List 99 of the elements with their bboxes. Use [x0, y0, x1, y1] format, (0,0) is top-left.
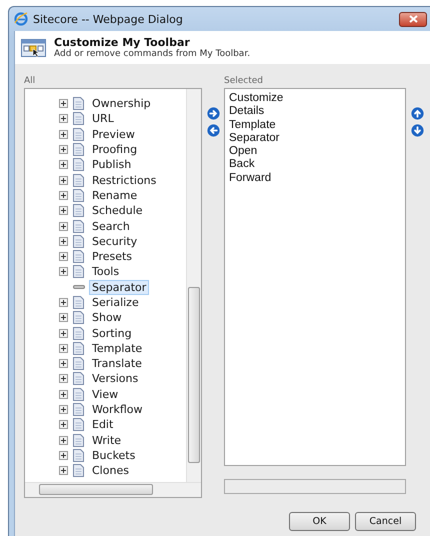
tree-item[interactable]: Schedule: [89, 203, 146, 218]
list-item[interactable]: Open: [229, 145, 405, 158]
document-icon: [73, 388, 84, 401]
tree-item[interactable]: Rename: [89, 188, 140, 203]
tree-item[interactable]: Sorting: [89, 326, 135, 341]
list-item[interactable]: Forward: [229, 172, 405, 186]
vertical-scrollbar[interactable]: [186, 89, 201, 483]
tree-item[interactable]: Write: [89, 432, 124, 448]
expand-icon[interactable]: [59, 298, 68, 307]
expand-icon[interactable]: [59, 450, 68, 460]
expand-icon[interactable]: [59, 267, 68, 276]
tree-item[interactable]: Serialize: [89, 295, 142, 310]
separator-icon: [73, 285, 85, 290]
list-item[interactable]: Template: [229, 118, 405, 132]
tree-item[interactable]: Translate: [89, 356, 145, 372]
document-icon: [73, 112, 84, 126]
tree-item[interactable]: Security: [89, 234, 140, 249]
expand-icon[interactable]: [59, 436, 68, 445]
input-field[interactable]: [224, 479, 406, 494]
document-icon: [73, 418, 84, 432]
document-icon: [73, 326, 84, 340]
tree-item[interactable]: Presets: [89, 249, 136, 264]
document-icon: [73, 342, 84, 355]
add-arrow-button[interactable]: [206, 107, 220, 120]
expand-icon[interactable]: [59, 390, 68, 399]
tree-item[interactable]: View: [89, 386, 122, 402]
document-icon: [73, 97, 84, 110]
tree-item[interactable]: Clones: [89, 463, 132, 478]
tree-item[interactable]: URL: [89, 111, 117, 126]
browser-icon: [14, 12, 28, 26]
tree-item[interactable]: Restrictions: [89, 172, 160, 188]
expand-icon[interactable]: [59, 176, 68, 185]
list-item[interactable]: Customize: [229, 92, 405, 106]
document-icon: [73, 434, 84, 447]
document-icon: [73, 250, 84, 264]
tree-item[interactable]: Template: [89, 340, 146, 356]
panel-label: All: [24, 76, 36, 88]
cancel-button[interactable]: Cancel: [355, 512, 416, 531]
expand-icon[interactable]: [59, 206, 68, 216]
ok-button[interactable]: OK: [289, 512, 350, 531]
expand-icon[interactable]: [59, 99, 68, 108]
document-icon: [73, 357, 84, 370]
toolbar-icon: [21, 36, 46, 58]
document-icon: [73, 372, 84, 386]
move-down-button[interactable]: [410, 124, 424, 137]
expand-icon[interactable]: [59, 359, 68, 368]
expand-icon[interactable]: [59, 466, 68, 476]
close-icon: [408, 15, 418, 23]
horizontal-scrollbar[interactable]: [25, 482, 201, 497]
list-item[interactable]: Back: [229, 158, 405, 172]
document-icon: [73, 448, 84, 462]
expand-icon[interactable]: [59, 374, 68, 384]
expand-icon[interactable]: [59, 145, 68, 154]
document-icon: [73, 204, 84, 218]
expand-icon[interactable]: [59, 252, 68, 262]
expand-icon[interactable]: [59, 344, 68, 353]
document-icon: [73, 143, 84, 156]
tree-item[interactable]: Separator: [89, 280, 150, 295]
expand-icon[interactable]: [59, 222, 68, 231]
tree-item[interactable]: Preview: [89, 126, 138, 142]
tree-item[interactable]: Search: [89, 218, 133, 234]
expand-icon[interactable]: [59, 313, 68, 322]
tree-item[interactable]: Edit: [89, 417, 116, 432]
document-icon: [73, 188, 84, 202]
expand-icon[interactable]: [59, 130, 68, 139]
close-button[interactable]: [399, 12, 427, 26]
panel-label: Selected: [224, 76, 264, 88]
expand-icon[interactable]: [59, 328, 68, 338]
tree-item[interactable]: Buckets: [89, 448, 138, 463]
tree-item[interactable]: Publish: [89, 157, 134, 172]
window-title: Sitecore -- Webpage Dialog: [33, 12, 183, 26]
dialog-heading: Customize My Toolbar: [54, 36, 191, 49]
tree-item[interactable]: Ownership: [89, 96, 154, 112]
move-up-button[interactable]: [410, 107, 424, 120]
expand-icon[interactable]: [59, 236, 68, 246]
dialog-description: Add or remove commands from My Toolbar.: [54, 49, 250, 59]
expand-icon[interactable]: [59, 190, 68, 200]
document-icon: [73, 311, 84, 324]
document-icon: [73, 128, 84, 141]
list-item[interactable]: Separator: [229, 132, 405, 146]
expand-icon[interactable]: [59, 405, 68, 414]
document-icon: [73, 234, 84, 248]
tree-item[interactable]: Show: [89, 310, 125, 326]
document-icon: [73, 220, 84, 233]
tree-item[interactable]: Versions: [89, 371, 142, 386]
expand-icon[interactable]: [59, 420, 68, 430]
expand-icon[interactable]: [59, 160, 68, 170]
tree-item[interactable]: Tools: [89, 264, 122, 280]
remove-arrow-button[interactable]: [206, 124, 220, 137]
document-icon: [73, 296, 84, 309]
expand-icon[interactable]: [59, 114, 68, 124]
document-icon: [73, 265, 84, 278]
tree-item[interactable]: Workflow: [89, 402, 146, 418]
tree-item[interactable]: Proofing: [89, 142, 140, 158]
document-icon: [73, 464, 84, 478]
document-icon: [73, 403, 84, 416]
document-icon: [73, 158, 84, 172]
list-item[interactable]: Details: [229, 105, 405, 119]
document-icon: [73, 174, 84, 187]
